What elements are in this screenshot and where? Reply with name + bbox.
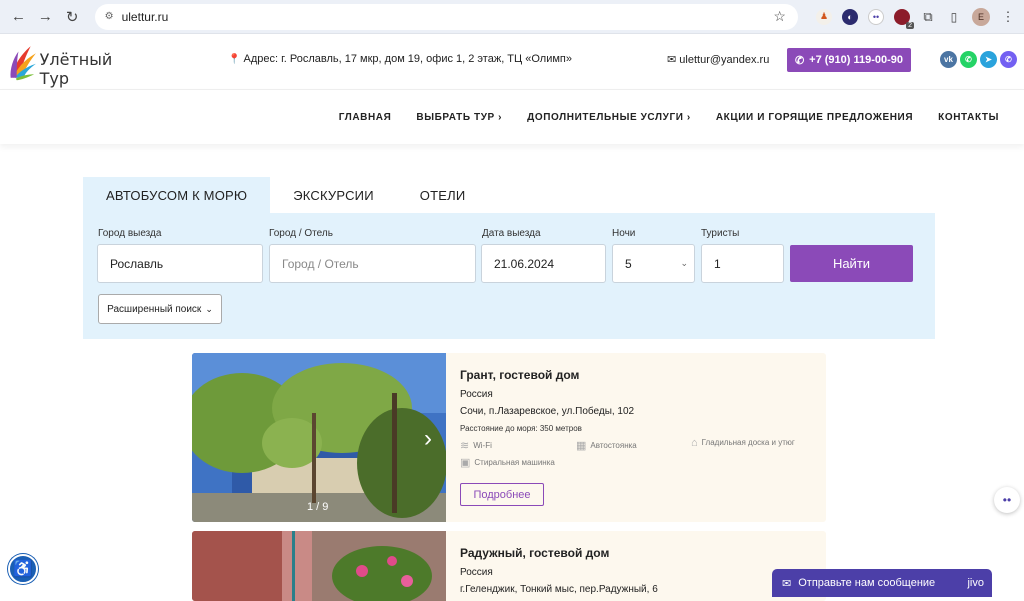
extension-icon[interactable]: ♟ bbox=[815, 8, 832, 25]
amenity-wifi: ≋ Wi-Fi bbox=[460, 440, 492, 452]
menu-kebab-icon[interactable]: ⋮ bbox=[1000, 9, 1016, 25]
menu-item-promotions[interactable]: АКЦИИ И ГОРЯЩИЕ ПРЕДЛОЖЕНИЯ bbox=[716, 112, 913, 123]
extensions-bar: ♟ ◐ •• 2 ⧉ ▯ E ⋮ bbox=[815, 7, 1016, 29]
vk-icon[interactable]: vk bbox=[940, 51, 957, 68]
departure-date-label: Дата выезда bbox=[482, 228, 541, 239]
find-button[interactable]: Найти bbox=[790, 245, 913, 282]
amenity-parking: ▦ Автостоянка bbox=[576, 440, 637, 452]
tab-excursions[interactable]: ЭКСКУРСИИ bbox=[270, 177, 397, 213]
chat-icon: ✉ bbox=[782, 577, 792, 590]
city-hotel-input[interactable]: Город / Отель bbox=[269, 244, 476, 283]
browser-toolbar: ← → ↻ ⚙ ulettur.ru ☆ ♟ ◐ •• 2 ⧉ ▯ E ⋮ bbox=[0, 0, 1024, 34]
chat-brand: jivo bbox=[967, 577, 984, 589]
viber-icon[interactable]: ✆ bbox=[1000, 51, 1017, 68]
address-value: Адрес: г. Рославль, 17 мкр, дом 19, офис… bbox=[243, 53, 572, 65]
phone-value: +7 (910) 119-00-90 bbox=[809, 54, 904, 66]
departure-city-label: Город выезда bbox=[98, 228, 162, 239]
advanced-search-label: Расширенный поиск bbox=[107, 303, 202, 315]
hotel-photo[interactable] bbox=[192, 531, 446, 601]
hotel-card: › 1 / 9 Грант, гостевой дом Россия Сочи,… bbox=[192, 353, 826, 522]
advanced-search-button[interactable]: Расширенный поиск ⌄ bbox=[98, 294, 222, 324]
phone-button[interactable]: ✆ +7 (910) 119-00-90 bbox=[787, 48, 911, 72]
telegram-icon[interactable]: ➤ bbox=[980, 51, 997, 68]
accessibility-icon[interactable]: ♿ bbox=[8, 554, 38, 584]
tourists-field[interactable]: 1 bbox=[701, 244, 784, 283]
iron-icon: ⌂ bbox=[691, 437, 698, 449]
hotel-info: Грант, гостевой дом Россия Сочи, п.Лазар… bbox=[460, 368, 634, 433]
washing-machine-icon: ▣ bbox=[460, 457, 471, 469]
photo-counter: 1 / 9 bbox=[307, 501, 329, 513]
extension-icon[interactable]: •• bbox=[867, 8, 884, 25]
parking-icon: ▦ bbox=[576, 440, 587, 452]
menu-item-choose-tour[interactable]: ВЫБРАТЬ ТУР › bbox=[416, 112, 502, 123]
phone-icon: ✆ bbox=[794, 54, 805, 67]
address-bar[interactable]: ⚙ ulettur.ru ☆ bbox=[94, 3, 798, 30]
tab-hotels[interactable]: ОТЕЛИ bbox=[397, 177, 489, 213]
tourists-label: Туристы bbox=[701, 228, 740, 239]
sidepanel-icon[interactable]: ▯ bbox=[946, 9, 962, 25]
search-tabs: АВТОБУСОМ К МОРЮ ЭКСКУРСИИ ОТЕЛИ bbox=[83, 177, 488, 213]
chatbot-icon[interactable]: •• bbox=[994, 487, 1020, 513]
tab-bus-to-sea[interactable]: АВТОБУСОМ К МОРЮ bbox=[83, 177, 271, 213]
menu-item-home[interactable]: ГЛАВНАЯ bbox=[339, 112, 392, 123]
profile-avatar[interactable]: E bbox=[971, 7, 990, 26]
hotel-info: Радужный, гостевой дом Россия г.Геленджи… bbox=[460, 546, 658, 595]
nights-label: Ночи bbox=[612, 228, 636, 239]
whatsapp-icon[interactable]: ✆ bbox=[960, 51, 977, 68]
departure-city-field[interactable]: Рославль bbox=[97, 244, 263, 283]
back-icon[interactable]: ← bbox=[8, 6, 29, 28]
envelope-icon: ✉ bbox=[667, 54, 677, 66]
more-details-button[interactable]: Подробнее bbox=[460, 483, 544, 506]
hotel-title[interactable]: Радужный, гостевой дом bbox=[460, 546, 658, 560]
chat-widget[interactable]: ✉ Отправьте нам сообщение jivo bbox=[772, 569, 992, 597]
hotel-title[interactable]: Грант, гостевой дом bbox=[460, 368, 634, 382]
wifi-icon: ≋ bbox=[460, 440, 470, 452]
hotel-card: Радужный, гостевой дом Россия г.Геленджи… bbox=[192, 531, 826, 601]
hotel-photo[interactable] bbox=[192, 353, 446, 522]
email-value[interactable]: ulettur@yandex.ru bbox=[679, 54, 769, 66]
map-marker-icon: 📍 bbox=[228, 54, 241, 65]
bookmark-star-icon[interactable]: ☆ bbox=[773, 8, 786, 25]
hotel-distance: Расстояние до моря: 350 метров bbox=[460, 424, 582, 433]
nights-select[interactable]: 5 ⌄ bbox=[612, 244, 695, 283]
amenity-iron: ⌂ Гладильная доска и утюг bbox=[691, 437, 801, 449]
extension-icon[interactable]: ◐ bbox=[841, 8, 858, 25]
address-text: 📍 Адрес: г. Рославль, 17 мкр, дом 19, оф… bbox=[228, 53, 572, 65]
hotel-address: Сочи, п.Лазаревское, ул.Победы, 102 bbox=[460, 406, 635, 417]
menu-item-contacts[interactable]: КОНТАКТЫ bbox=[938, 112, 999, 123]
extension-icon[interactable]: 2 bbox=[893, 8, 914, 29]
reload-icon[interactable]: ↻ bbox=[62, 6, 83, 28]
url-text[interactable]: ulettur.ru bbox=[122, 10, 169, 24]
next-photo-icon[interactable]: › bbox=[424, 425, 432, 453]
city-hotel-label: Город / Отель bbox=[269, 228, 333, 239]
hotel-address: г.Геленджик, Тонкий мыс, пер.Радужный, 6 bbox=[460, 584, 658, 595]
amenity-label: Стиральная машинка bbox=[474, 458, 555, 467]
extension-badge: 2 bbox=[906, 21, 914, 29]
chevron-down-icon: ⌄ bbox=[205, 303, 213, 314]
site-header: Улётный Тур 📍 Адрес: г. Рославль, 17 мкр… bbox=[0, 34, 1024, 90]
chat-label: Отправьте нам сообщение bbox=[798, 577, 936, 589]
site-info-icon[interactable]: ⚙ bbox=[105, 11, 114, 22]
main-menu: ГЛАВНАЯ ВЫБРАТЬ ТУР › ДОПОЛНИТЕЛЬНЫЕ УСЛ… bbox=[0, 90, 1024, 144]
forward-icon[interactable]: → bbox=[35, 6, 56, 28]
logo-text: Улётный Тур bbox=[39, 50, 113, 88]
extensions-puzzle-icon[interactable]: ⧉ bbox=[920, 9, 936, 25]
hotel-country: Россия bbox=[460, 567, 493, 578]
hotel-country: Россия bbox=[460, 389, 493, 400]
search-panel: Город выезда Рославль Город / Отель Горо… bbox=[83, 213, 935, 339]
menu-item-services[interactable]: ДОПОЛНИТЕЛЬНЫЕ УСЛУГИ › bbox=[527, 112, 691, 123]
logo-feather-icon bbox=[10, 46, 36, 81]
departure-date-field[interactable]: 21.06.2024 bbox=[481, 244, 606, 283]
amenity-label: Автостоянка bbox=[590, 441, 637, 450]
social-links: vk ✆ ➤ ✆ bbox=[940, 51, 1017, 68]
amenity-label: Wi-Fi bbox=[473, 441, 492, 450]
amenity-label: Гладильная доска и утюг bbox=[701, 438, 795, 447]
logo[interactable]: Улётный Тур bbox=[8, 40, 133, 88]
email-link[interactable]: ✉ ulettur@yandex.ru bbox=[667, 53, 769, 66]
nights-value: 5 bbox=[625, 256, 632, 271]
amenity-washing-machine: ▣ Стиральная машинка bbox=[460, 457, 555, 469]
chevron-down-icon: ⌄ bbox=[680, 258, 688, 268]
